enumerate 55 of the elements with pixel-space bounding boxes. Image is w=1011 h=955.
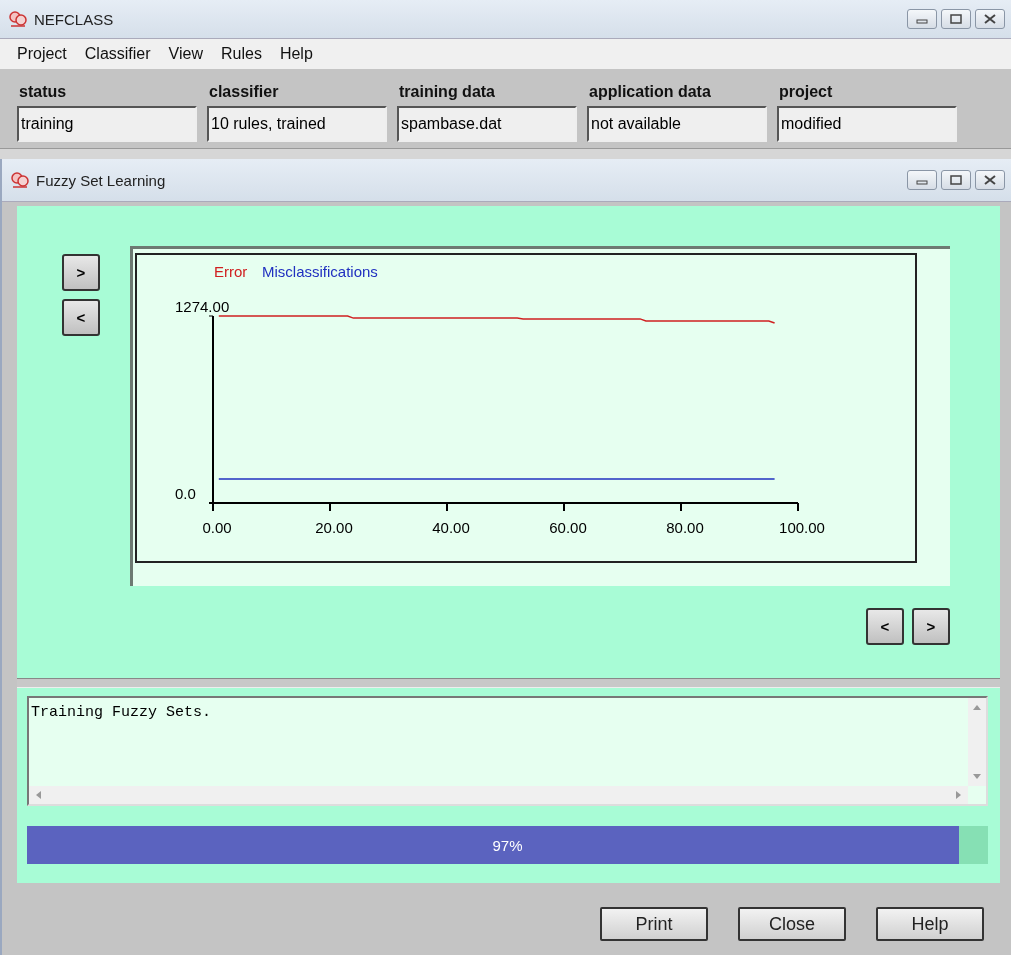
scroll-down-icon[interactable] <box>973 774 981 780</box>
minimize-button[interactable] <box>907 170 937 190</box>
status-field: training <box>17 106 197 142</box>
x-tick-label: 80.00 <box>666 519 704 536</box>
maximize-button[interactable] <box>941 170 971 190</box>
menu-item[interactable]: Project <box>10 45 74 63</box>
y-tick-label: 0.0 <box>175 485 196 502</box>
x-tick-label: 40.00 <box>432 519 470 536</box>
status-field: 10 rules, trained <box>207 106 387 142</box>
close-button[interactable] <box>975 170 1005 190</box>
x-tick-label: 60.00 <box>549 519 587 536</box>
menu-item[interactable]: View <box>161 45 210 63</box>
x-tick-label: 20.00 <box>315 519 353 536</box>
nav-button[interactable]: < <box>866 608 904 645</box>
status-field: modified <box>777 106 957 142</box>
menu-item[interactable]: Help <box>272 45 320 63</box>
dialog-button[interactable]: Help <box>876 907 984 941</box>
nav-button[interactable]: > <box>62 254 100 291</box>
x-tick-label: 0.00 <box>202 519 232 536</box>
status-field: spambase.dat <box>397 106 577 142</box>
app-icon <box>8 10 28 28</box>
status-label: status <box>18 83 68 101</box>
x-tick-label: 100.00 <box>779 519 825 536</box>
status-field: not available <box>587 106 767 142</box>
legend-label: Error <box>214 263 248 280</box>
maximize-icon <box>950 14 962 24</box>
minimize-button[interactable] <box>907 9 937 29</box>
legend-label: Misclassifications <box>262 263 378 280</box>
maximize-button[interactable] <box>941 9 971 29</box>
menu-item[interactable]: Rules <box>214 45 269 63</box>
close-button[interactable] <box>975 9 1005 29</box>
progress-reading: 97% <box>491 835 524 856</box>
scroll-right-icon[interactable] <box>956 791 962 799</box>
menu-item[interactable]: Classifier <box>77 45 158 63</box>
status-label: training data <box>398 83 496 101</box>
dialog-title: Fuzzy Set Learning <box>36 171 167 189</box>
nav-button[interactable]: > <box>912 608 950 645</box>
splitter[interactable] <box>17 678 1000 688</box>
status-label: classifier <box>208 83 280 101</box>
scroll-left-icon[interactable] <box>35 791 41 799</box>
app-icon <box>10 171 30 189</box>
status-label: application data <box>588 83 712 101</box>
nav-button[interactable]: < <box>62 299 100 336</box>
vertical-scrollbar[interactable] <box>968 698 986 786</box>
status-label: project <box>778 83 834 101</box>
maximize-icon <box>950 175 962 185</box>
log-text: Training Fuzzy Sets. <box>30 703 213 721</box>
y-tick-label: 1274.00 <box>175 298 230 315</box>
close-icon <box>984 14 996 24</box>
scroll-up-icon[interactable] <box>973 704 981 710</box>
close-icon <box>984 175 996 185</box>
dialog-button[interactable]: Print <box>600 907 708 941</box>
window-title: NEFCLASS <box>34 10 115 28</box>
horizontal-scrollbar[interactable] <box>29 786 968 804</box>
dialog-button[interactable]: Close <box>738 907 846 941</box>
